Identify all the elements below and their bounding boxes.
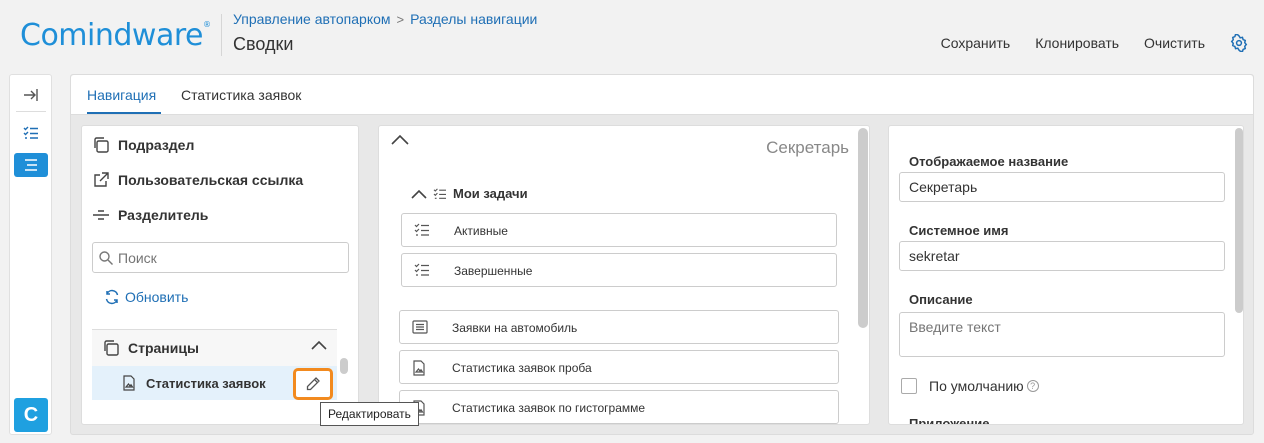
description-label: Описание [909,292,973,307]
description-textarea[interactable] [899,312,1225,357]
nav-item-stats-trial[interactable]: Статистика заявок проба [399,350,839,384]
clone-button[interactable]: Клонировать [1035,35,1119,51]
toolbox-item-subsection[interactable]: Подраздел [92,136,194,154]
navigation-preview-panel: Секретарь Мои задачи Активные Завершенны… [378,125,870,425]
help-icon[interactable]: ? [1026,380,1039,392]
refresh-icon [105,289,119,305]
list-icon [412,320,428,334]
copy-icon [94,137,109,153]
properties-panel: Отображаемое название Системное имя Опис… [888,125,1244,425]
active-tab-indicator [87,112,161,114]
tree-group-pages[interactable]: Страницы [92,330,337,366]
save-button[interactable]: Сохранить [941,35,1011,51]
tab-navigation[interactable]: Навигация [87,87,156,103]
image-file-icon [123,375,135,391]
app-badge[interactable]: C [14,398,48,432]
page-title: Сводки [233,34,294,54]
expand-rail-icon[interactable] [14,83,48,107]
task-list-icon [414,223,429,236]
header-divider [221,14,222,56]
application-label: Приложение [909,416,990,425]
breadcrumb-item-fleet[interactable]: Управление автопарком [233,11,391,27]
group-my-tasks[interactable]: Мои задачи [411,186,528,201]
rail-separator [16,111,46,112]
edit-button[interactable] [293,368,333,400]
image-file-icon [413,360,425,376]
task-list-icon [414,263,429,276]
default-checkbox[interactable] [901,378,917,394]
section-title: Секретарь [766,138,849,157]
nav-item-stats-histogram[interactable]: Статистика заявок по гистограмме [399,390,839,424]
breadcrumb-item-nav-sections[interactable]: Разделы навигации [410,11,537,27]
gear-icon[interactable] [1230,34,1248,52]
main-panel: Навигация Статистика заявок Подраздел По… [70,74,1254,435]
nav-item-vehicle-requests[interactable]: Заявки на автомобиль [399,310,839,344]
external-link-icon [94,172,109,187]
system-name-label: Системное имя [909,223,1009,238]
toolbox-item-divider[interactable]: Разделитель [92,206,208,224]
task-list-icon [433,187,446,199]
search-box [92,242,349,273]
edit-tooltip: Редактировать [320,402,419,426]
copy-icon [104,340,119,356]
properties-scrollbar[interactable] [1235,128,1243,313]
comindware-logo[interactable]: Comindware® [20,18,211,53]
divider-icon [93,210,109,220]
tab-bar: Навигация Статистика заявок [71,75,1253,115]
task-list-icon[interactable] [14,121,48,145]
system-name-input[interactable] [899,241,1225,271]
default-checkbox-label: По умолчанию ? [929,378,1039,394]
display-name-label: Отображаемое название [909,154,1069,169]
tab-request-stats[interactable]: Статистика заявок [181,87,301,103]
search-input[interactable] [118,249,338,266]
pencil-icon [306,377,320,391]
chevron-up-icon[interactable] [311,340,327,350]
chevron-up-icon[interactable] [411,189,427,199]
nav-item-active[interactable]: Активные [401,213,837,247]
toolbox-panel: Подраздел Пользовательская ссылка Раздел… [81,125,359,425]
search-icon [99,250,113,265]
refresh-button[interactable]: Обновить [104,289,188,305]
display-name-input[interactable] [899,172,1225,202]
chevron-up-icon[interactable] [391,134,409,146]
nav-item-completed[interactable]: Завершенные [401,253,837,287]
breadcrumb: Управление автопарком > Разделы навигаци… [233,11,537,27]
navigation-sections-icon[interactable] [14,153,48,177]
preview-scrollbar[interactable] [858,128,868,328]
left-rail: C [9,74,52,435]
header-actions: Сохранить Клонировать Очистить [941,34,1248,52]
clear-button[interactable]: Очистить [1144,35,1205,51]
breadcrumb-separator: > [396,11,405,27]
toolbox-item-custom-link[interactable]: Пользовательская ссылка [92,171,303,189]
toolbox-scrollbar[interactable] [340,358,348,374]
